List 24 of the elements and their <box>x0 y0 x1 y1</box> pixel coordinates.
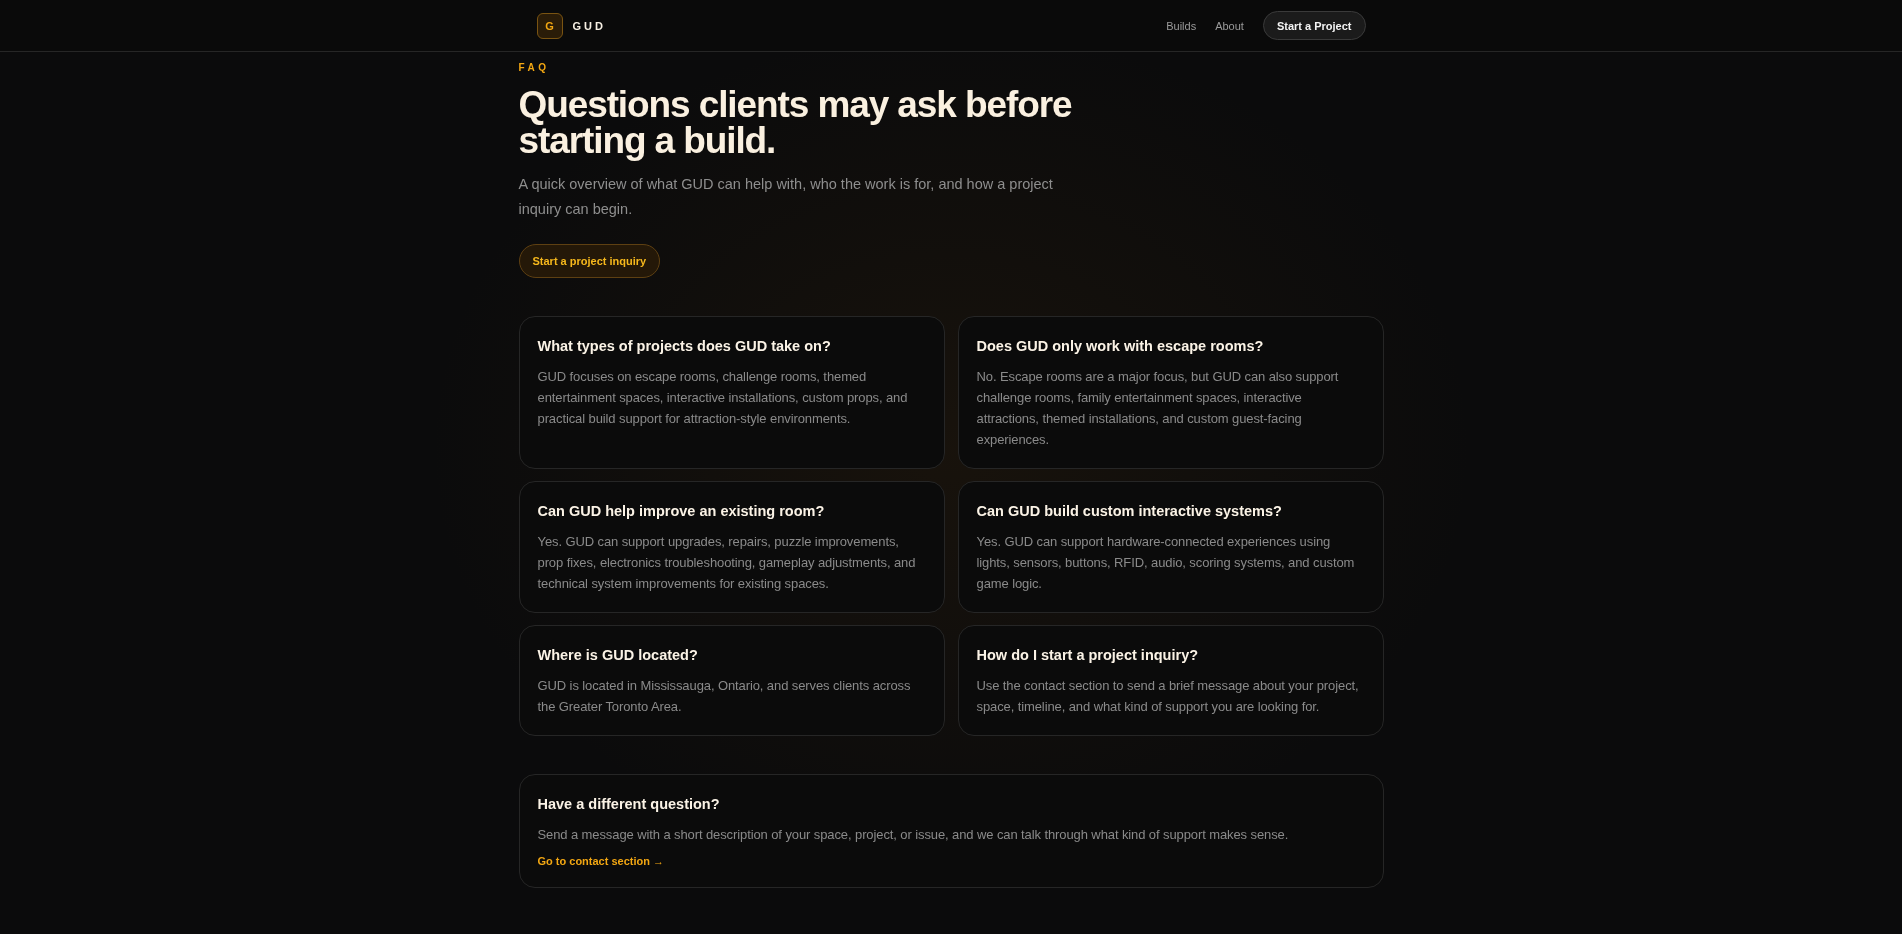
faq-question: How do I start a project inquiry? <box>976 646 1200 665</box>
faq-question: Can GUD build custom interactive systems? <box>976 502 1283 521</box>
nav-link[interactable]: Builds <box>1166 19 1197 32</box>
faq-answer: Yes. GUD can support upgrades, repairs, puzzle improvements, prop fixes, electronics troubleshooting, gameplay adjustments, and technical system improvements for existing spaces. <box>537 533 917 593</box>
faq-question: Where is GUD located? <box>537 646 699 665</box>
section-eyebrow: FAQ <box>518 61 551 75</box>
project-inquiry-button[interactable]: Start a project inquiry <box>518 244 661 278</box>
contact-card-title: Have a different question? <box>537 795 721 814</box>
start-project-button[interactable]: Start a Project <box>1262 11 1366 40</box>
logo-mark[interactable]: G <box>536 12 563 39</box>
faq-question: What types of projects does GUD take on? <box>537 337 832 356</box>
faq-answer: Use the contact section to send a brief message about your project, space, timeline, and what kind of support you are looking for. <box>976 677 1360 716</box>
page-heading: Questions clients may ask before starting a build. <box>518 87 1073 159</box>
contact-section-link[interactable]: Go to contact section → <box>537 855 664 867</box>
nav-link[interactable]: About <box>1215 19 1244 32</box>
faq-answer: GUD focuses on escape rooms, challenge rooms, themed entertainment spaces, interactive installations, custom props, and practical build support for attraction-style environments. <box>537 368 909 428</box>
logo-wordmark[interactable]: GUD <box>572 19 606 32</box>
faq-question: Can GUD help improve an existing room? <box>537 502 826 521</box>
faq-answer: No. Escape rooms are a major focus, but GUD can also support challenge rooms, family entertainment spaces, interactive attractions, themed installations, and custom guest-facing experiences. <box>976 368 1340 449</box>
contact-card-text: Send a message with a short description of your space, project, or issue, and we can talk through what kind of support makes sense. <box>537 826 1290 844</box>
faq-question: Does GUD only work with escape rooms? <box>976 337 1265 356</box>
faq-answer: GUD is located in Mississauga, Ontario, and serves clients across the Greater Toronto Area. <box>537 677 912 716</box>
faq-answer: Yes. GUD can support hardware-connected experiences using lights, sensors, buttons, RFID, audio, scoring systems, and custom game logic. <box>976 533 1356 593</box>
intro-text: A quick overview of what GUD can help with, who the work is for, and how a project inquiry can begin. <box>518 175 1054 219</box>
